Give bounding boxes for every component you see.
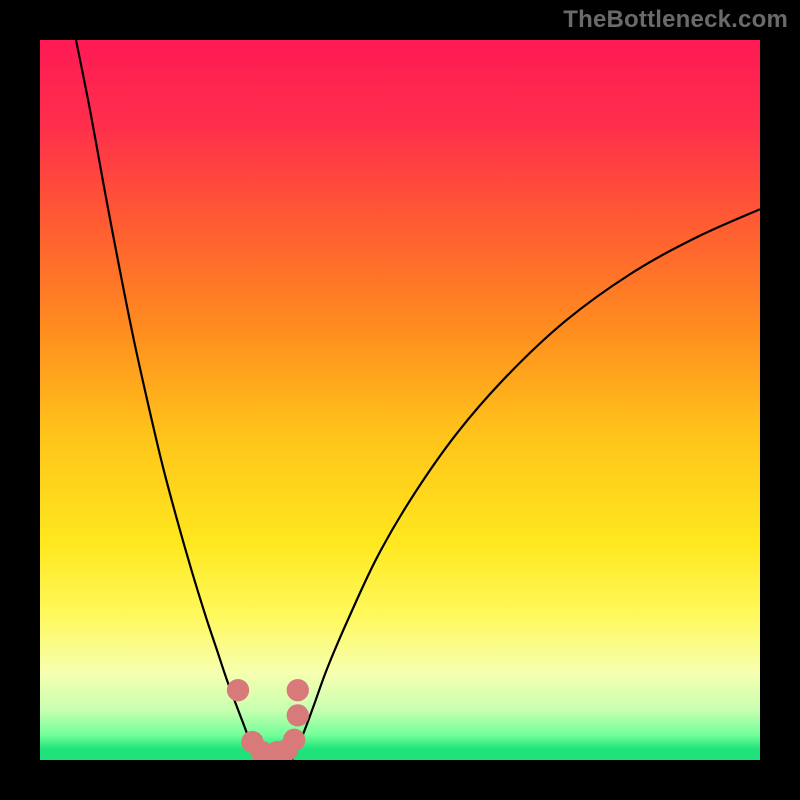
- plot-area: [40, 40, 760, 760]
- data-point: [287, 704, 309, 726]
- chart-curves: [40, 40, 760, 760]
- left-curve: [76, 40, 256, 760]
- data-point: [283, 729, 305, 751]
- right-curve: [292, 209, 760, 760]
- chart-frame: TheBottleneck.com: [0, 0, 800, 800]
- data-point: [227, 679, 249, 701]
- data-point: [287, 679, 309, 701]
- watermark-text: TheBottleneck.com: [563, 6, 788, 34]
